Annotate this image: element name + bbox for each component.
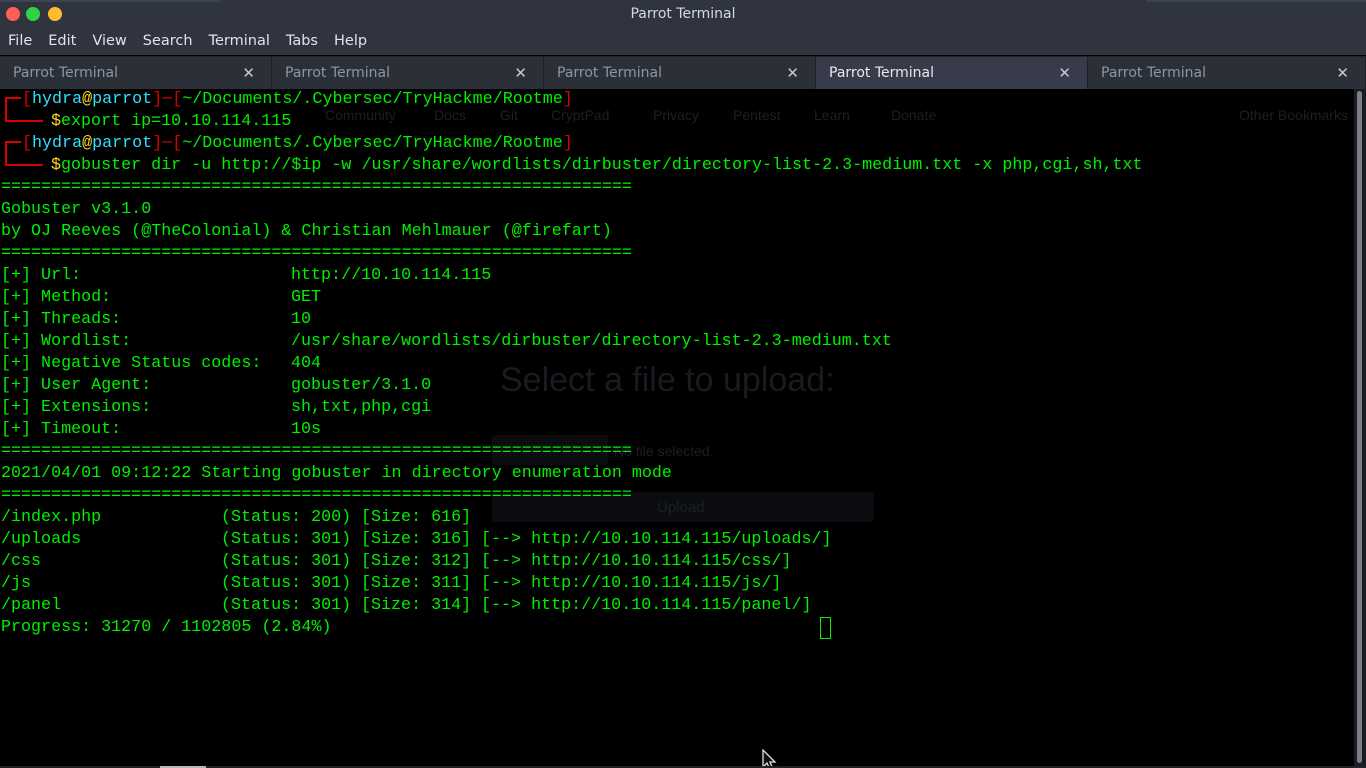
separator: ========================================… <box>1 178 632 197</box>
result-status: (Status: 301) <box>221 552 352 571</box>
tab-3[interactable]: Parrot Terminal ✕ <box>544 57 816 90</box>
prompt-tree-line <box>5 97 21 99</box>
result-path: /index.php <box>1 508 102 527</box>
prompt-tree-line <box>5 164 43 166</box>
result-status: (Status: 301) <box>221 596 352 615</box>
config-value: 404 <box>291 354 322 373</box>
config-key: [+] Threads: <box>1 310 122 329</box>
separator: ========================================… <box>1 486 632 505</box>
ghost-bookmark: Privacy <box>653 107 699 123</box>
result-status: (Status: 200) <box>221 508 352 527</box>
tab-close-icon[interactable]: ✕ <box>786 64 799 82</box>
result-path: /panel <box>1 596 62 615</box>
menu-edit[interactable]: Edit <box>40 28 84 55</box>
config-value: GET <box>291 288 322 307</box>
tab-close-icon[interactable]: ✕ <box>1058 64 1071 82</box>
menu-view[interactable]: View <box>84 28 134 55</box>
ghost-bookmark: Other Bookmarks <box>1239 107 1348 123</box>
result-size: [Size: 316] <box>361 530 472 549</box>
prompt-tree-line <box>5 120 43 122</box>
separator: ========================================… <box>1 244 632 263</box>
config-value: http://10.10.114.115 <box>291 266 492 285</box>
tab-4-active[interactable]: Parrot Terminal ✕ <box>816 57 1088 90</box>
mouse-pointer-icon <box>762 749 777 766</box>
config-key: [+] Negative Status codes: <box>1 354 262 373</box>
config-key: [+] User Agent: <box>1 376 152 395</box>
result-size: [Size: 616] <box>361 508 472 527</box>
progress-line: Progress: 31270 / 1102805 (2.84%) <box>1 618 332 637</box>
ghost-bookmark: Pentest <box>733 107 781 123</box>
tab-1[interactable]: Parrot Terminal ✕ <box>0 57 272 90</box>
terminal-area[interactable]: Community Docs Git CryptPad Privacy Pent… <box>0 89 1354 766</box>
titlebar-accent <box>0 0 220 2</box>
menu-tabs[interactable]: Tabs <box>278 28 326 55</box>
window-title: Parrot Terminal <box>630 6 736 22</box>
config-value: sh,txt,php,cgi <box>291 398 432 417</box>
result-path: /css <box>1 552 42 571</box>
result-size: [Size: 311] <box>361 574 472 593</box>
command-line: $export ip=10.10.114.115 <box>51 112 292 131</box>
prompt-line: [hydra@parrot]─[~/Documents/.Cybersec/Tr… <box>22 90 573 109</box>
result-path: /uploads <box>1 530 82 549</box>
command-line: $gobuster dir -u http://$ip -w /usr/shar… <box>51 156 1143 175</box>
config-value: 10s <box>291 420 322 439</box>
prompt-tree-line <box>5 141 21 143</box>
titlebar-accent <box>1146 0 1366 2</box>
config-value: 10 <box>291 310 312 329</box>
result-status: (Status: 301) <box>221 530 352 549</box>
tab-5[interactable]: Parrot Terminal ✕ <box>1088 57 1366 90</box>
separator: ========================================… <box>1 442 632 461</box>
result-path: /js <box>1 574 32 593</box>
config-key: [+] Url: <box>1 266 82 285</box>
ghost-upload-label: Upload <box>657 499 705 516</box>
config-value: /usr/share/wordlists/dirbuster/directory… <box>291 332 892 351</box>
config-key: [+] Method: <box>1 288 112 307</box>
ghost-bookmark: Learn <box>814 107 850 123</box>
config-key: [+] Timeout: <box>1 420 122 439</box>
ghost-upload-title: Select a file to upload: <box>500 361 835 399</box>
menu-file[interactable]: File <box>0 28 40 55</box>
result-size: [Size: 314] <box>361 596 472 615</box>
tab-bar: Parrot Terminal ✕ Parrot Terminal ✕ Parr… <box>0 56 1366 90</box>
result-status: (Status: 301) <box>221 574 352 593</box>
tab-2[interactable]: Parrot Terminal ✕ <box>272 57 544 90</box>
config-key: [+] Wordlist: <box>1 332 132 351</box>
tab-close-icon[interactable]: ✕ <box>242 64 255 82</box>
menu-bar: File Edit View Search Terminal Tabs Help <box>0 28 1366 55</box>
tab-close-icon[interactable]: ✕ <box>514 64 527 82</box>
config-value: gobuster/3.1.0 <box>291 376 432 395</box>
prompt-tree-line <box>5 97 7 121</box>
result-size: [Size: 312] <box>361 552 472 571</box>
tab-close-icon[interactable]: ✕ <box>1336 64 1349 82</box>
tab-label: Parrot Terminal <box>1101 65 1207 81</box>
tab-label: Parrot Terminal <box>285 65 391 81</box>
scrollbar-thumb[interactable] <box>1357 91 1362 763</box>
terminal-cursor <box>820 617 831 639</box>
terminal-scrollbar[interactable] <box>1354 89 1366 766</box>
result-redirect: [--> http://10.10.114.115/css/] <box>481 552 792 571</box>
banner-version: Gobuster v3.1.0 <box>1 200 152 219</box>
tab-label: Parrot Terminal <box>557 65 663 81</box>
tab-label: Parrot Terminal <box>829 65 935 81</box>
banner-authors: by OJ Reeves (@TheColonial) & Christian … <box>1 222 612 241</box>
result-redirect: [--> http://10.10.114.115/uploads/] <box>481 530 832 549</box>
config-key: [+] Extensions: <box>1 398 152 417</box>
start-message: 2021/04/01 09:12:22 Starting gobuster in… <box>1 464 672 483</box>
menu-terminal[interactable]: Terminal <box>201 28 278 55</box>
prompt-line: [hydra@parrot]─[~/Documents/.Cybersec/Tr… <box>22 134 573 153</box>
tab-label: Parrot Terminal <box>13 65 119 81</box>
prompt-tree-line <box>5 141 7 165</box>
menu-help[interactable]: Help <box>326 28 375 55</box>
title-bar: Parrot Terminal <box>0 0 1366 28</box>
ghost-bookmark: Donate <box>891 107 937 123</box>
menu-search[interactable]: Search <box>135 28 201 55</box>
result-redirect: [--> http://10.10.114.115/panel/] <box>481 596 812 615</box>
result-redirect: [--> http://10.10.114.115/js/] <box>481 574 782 593</box>
